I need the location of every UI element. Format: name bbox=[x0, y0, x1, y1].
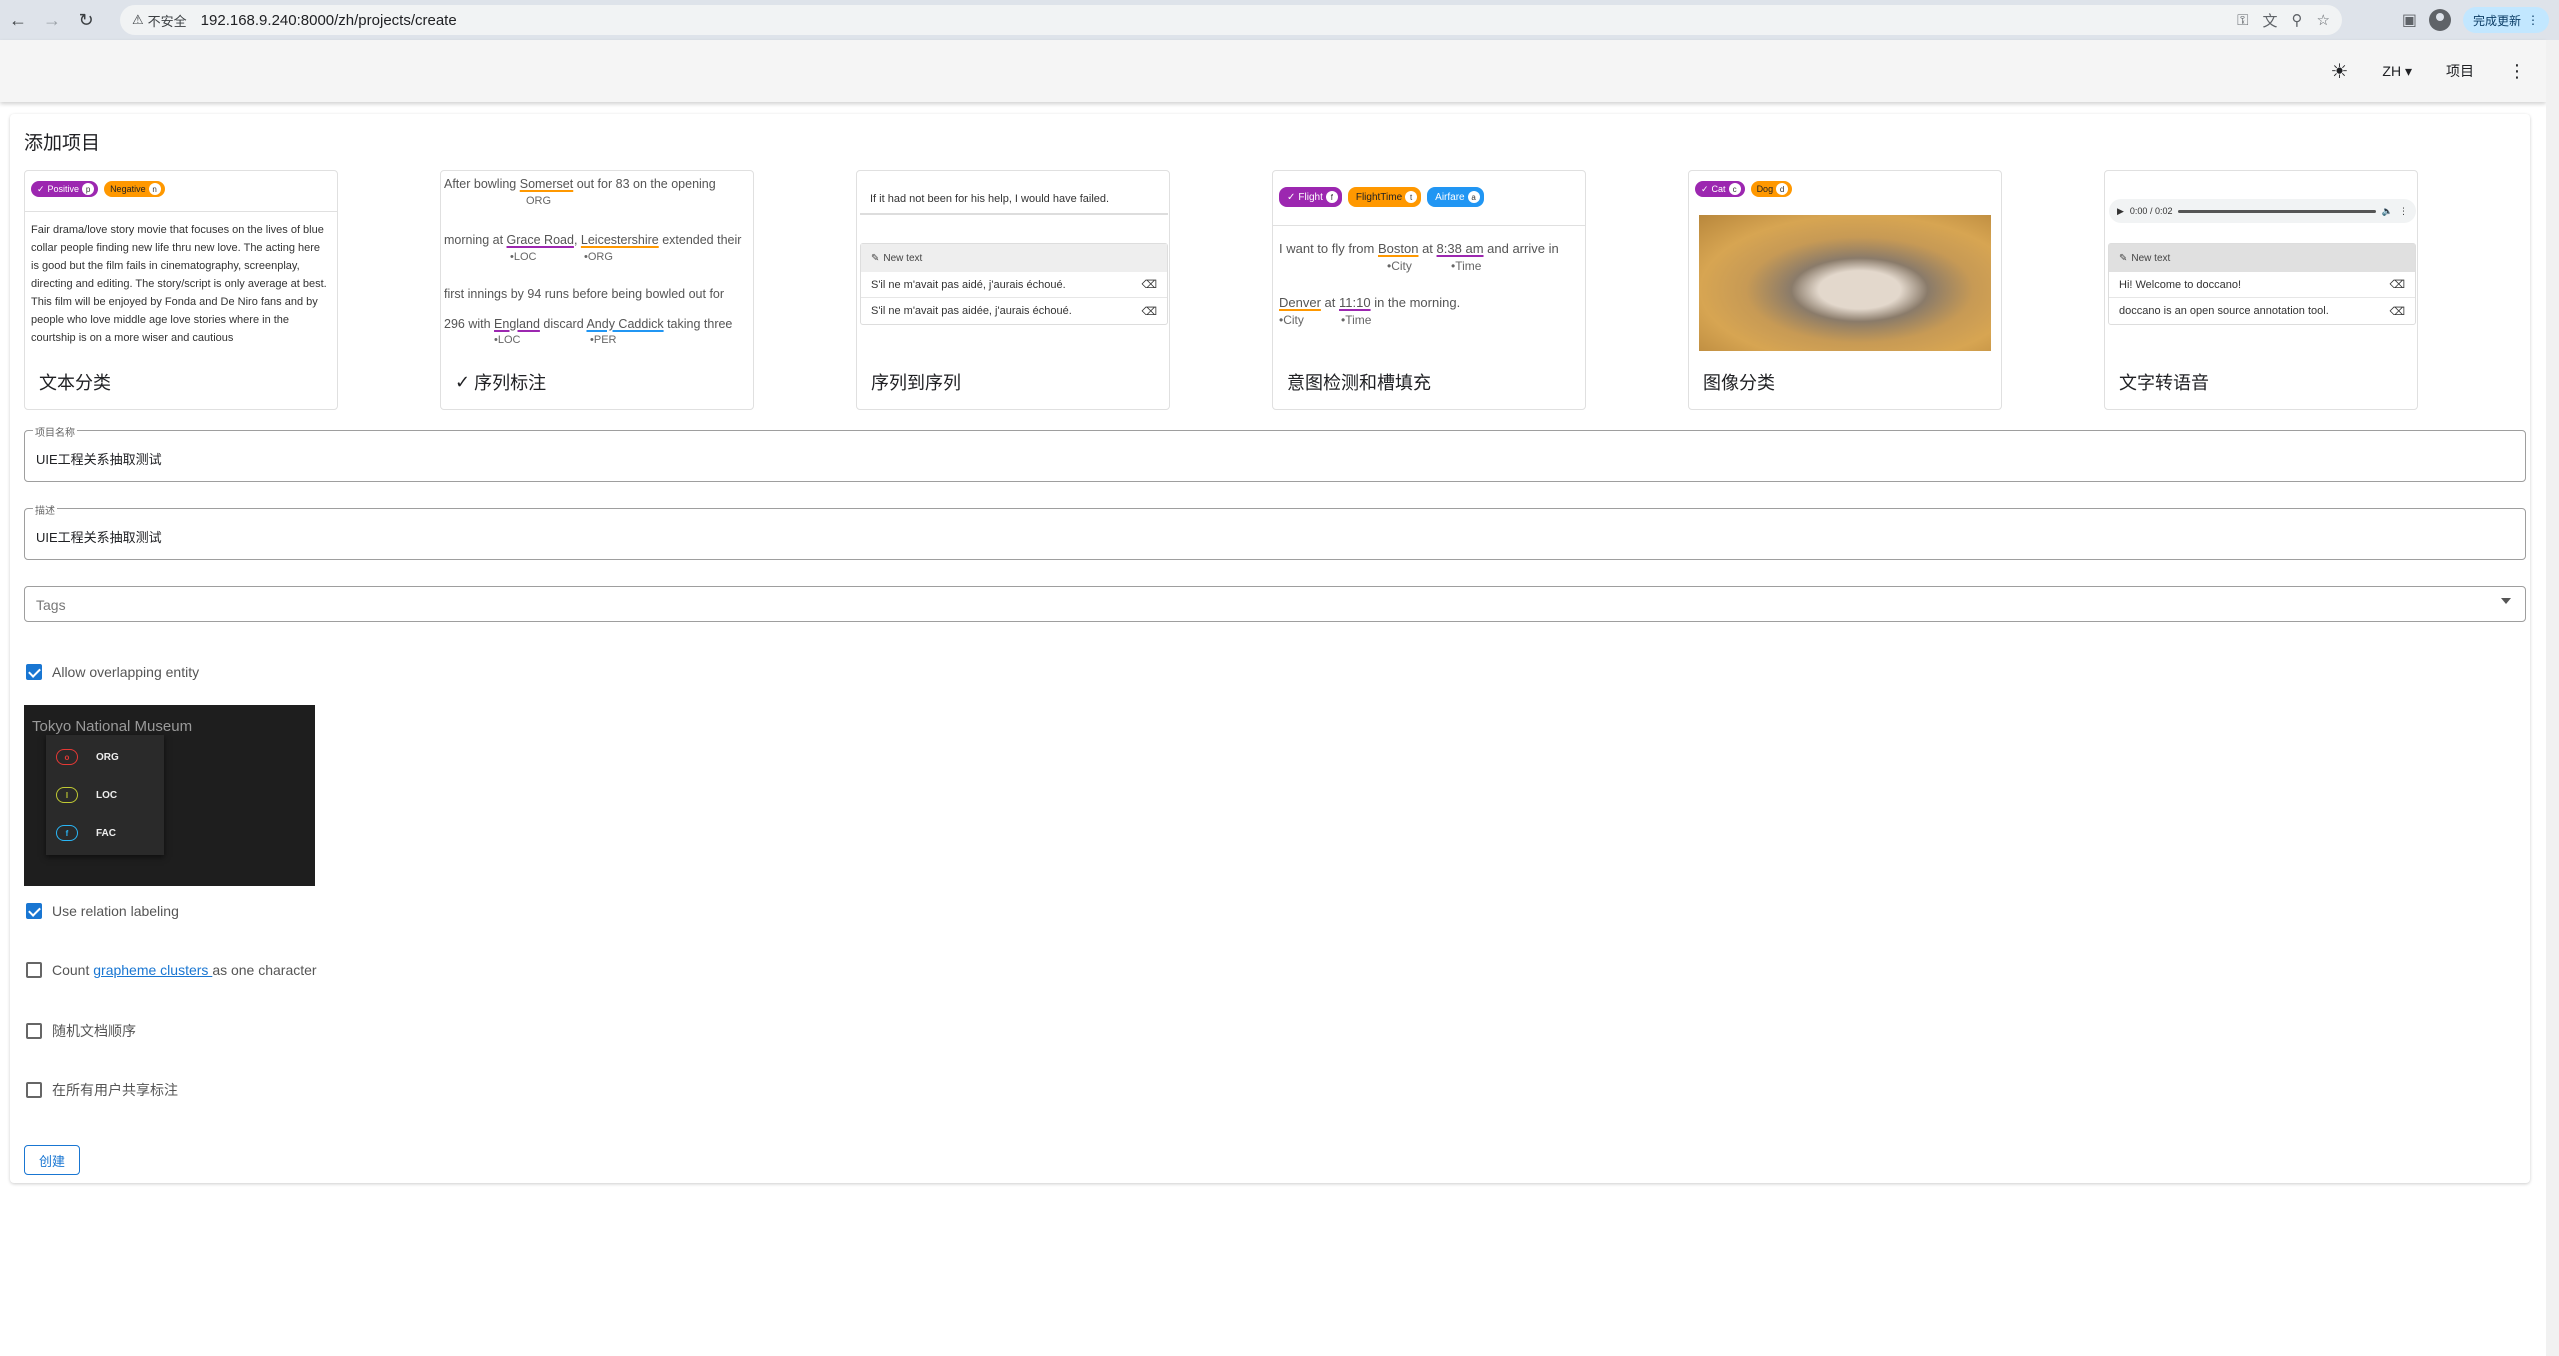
tile-label: 文字转语音 bbox=[2119, 373, 2209, 393]
delete-icon: ⌫ bbox=[1141, 279, 1157, 291]
app-bar: ☀ ZH ▾ 项目 ⋮ bbox=[0, 40, 2546, 102]
chip-flighttime: FlightTime t bbox=[1347, 187, 1422, 207]
sample-ner-text: After bowling Somerset out for 83 on the… bbox=[444, 177, 742, 346]
tile-label: 图像分类 bbox=[1703, 373, 1775, 393]
allow-overlap-checkbox[interactable] bbox=[26, 664, 42, 680]
description-field[interactable]: 描述 UIE工程关系抽取测试 bbox=[24, 502, 2526, 560]
project-type-selector: ✓ Positive p Negative n Fair drama/love st… bbox=[24, 170, 2424, 410]
browser-toolbar: ← → ↻ ⚠ 不安全 192.168.9.240:8000/zh/projec… bbox=[0, 0, 2559, 40]
tile-speech[interactable]: ▶ 0:00 / 0:02 🔈 ⋮ ✎ New text Hi! Welcome … bbox=[2104, 170, 2418, 410]
project-name-value[interactable]: UIE工程关系抽取测试 bbox=[36, 449, 162, 468]
random-order-row[interactable]: 随机文档顺序 bbox=[26, 1021, 136, 1041]
grapheme-clusters-link[interactable]: grapheme clusters bbox=[93, 962, 212, 978]
tile-intent-detection[interactable]: ✓ Flight f FlightTime t Airfare a I want to… bbox=[1272, 170, 1586, 410]
use-relation-row[interactable]: Use relation labeling bbox=[26, 903, 179, 919]
tile-label: 文本分类 bbox=[39, 373, 111, 393]
star-icon[interactable]: ☆ bbox=[2317, 11, 2330, 29]
grapheme-checkbox[interactable] bbox=[26, 962, 42, 978]
dropdown-arrow-icon[interactable] bbox=[2501, 598, 2511, 604]
sample-review-text: Fair drama/love story movie that focuses… bbox=[31, 224, 327, 344]
forward-icon[interactable]: → bbox=[36, 4, 68, 36]
create-project-card: 添加项目 ✓ Positive p Negative n Fair drama/lo… bbox=[10, 114, 2530, 1183]
sample-intent-text: I want to fly from Boston at 8:38 am and… bbox=[1279, 241, 1559, 327]
output-list: ✎ New text S'il ne m'avait pas aidé, j'au… bbox=[860, 243, 1168, 325]
address-bar[interactable]: ⚠ 不安全 192.168.9.240:8000/zh/projects/cre… bbox=[120, 5, 2342, 35]
zoom-icon[interactable]: ⚲ bbox=[2292, 11, 2303, 29]
allow-overlap-row[interactable]: Allow overlapping entity bbox=[26, 664, 199, 680]
page-scrollbar[interactable] bbox=[2546, 40, 2559, 1356]
language-menu[interactable]: ZH ▾ bbox=[2382, 63, 2412, 80]
reload-icon[interactable]: ↻ bbox=[70, 4, 102, 36]
use-relation-checkbox[interactable] bbox=[26, 903, 42, 919]
tile-text-classification[interactable]: ✓ Positive p Negative n Fair drama/love st… bbox=[24, 170, 338, 410]
relation-demo-image: Tokyo National Museum o ORG l LOC f FAC bbox=[24, 705, 315, 886]
audio-track bbox=[2178, 209, 2376, 213]
label-menu-preview: o ORG l LOC f FAC bbox=[46, 735, 164, 855]
more-vert-icon: ⋮ bbox=[2527, 13, 2539, 27]
insecure-badge[interactable]: ⚠ 不安全 bbox=[132, 11, 187, 30]
random-order-checkbox[interactable] bbox=[26, 1023, 42, 1039]
chip-cat: ✓ Cat c bbox=[1695, 181, 1745, 197]
pencil-icon: ✎ bbox=[871, 252, 880, 264]
delete-icon: ⌫ bbox=[2389, 279, 2405, 291]
extensions-icon[interactable]: ▣ bbox=[2402, 10, 2417, 30]
create-button[interactable]: 创建 bbox=[24, 1145, 80, 1175]
play-icon: ▶ bbox=[2117, 205, 2124, 216]
profile-avatar[interactable] bbox=[2428, 9, 2451, 31]
key-icon[interactable]: ⚿ bbox=[2237, 12, 2248, 29]
chip-flight: ✓ Flight f bbox=[1279, 187, 1342, 207]
delete-icon: ⌫ bbox=[1141, 305, 1157, 318]
chip-dog: Dog d bbox=[1750, 181, 1793, 197]
description-value[interactable]: UIE工程关系抽取测试 bbox=[36, 527, 162, 546]
app-menu-icon[interactable]: ⋮ bbox=[2508, 61, 2526, 82]
translate-icon[interactable]: 文 bbox=[2263, 10, 2278, 31]
more-vert-icon: ⋮ bbox=[2399, 205, 2408, 216]
tile-seq2seq[interactable]: If it had not been for his help, I would… bbox=[856, 170, 1170, 410]
projects-link[interactable]: 项目 bbox=[2446, 61, 2474, 81]
tags-select[interactable]: Tags bbox=[24, 586, 2526, 622]
warning-icon: ⚠ bbox=[132, 12, 144, 27]
source-text-box: If it had not been for his help, I would… bbox=[860, 181, 1168, 215]
chip-airfare: Airfare a bbox=[1427, 187, 1484, 207]
back-icon[interactable]: ← bbox=[2, 4, 34, 36]
update-button[interactable]: 完成更新 ⋮ bbox=[2462, 7, 2549, 33]
project-name-field[interactable]: 项目名称 UIE工程关系抽取测试 bbox=[24, 424, 2526, 482]
tile-label: 意图检测和槽填充 bbox=[1287, 373, 1431, 393]
pencil-icon: ✎ bbox=[2119, 252, 2128, 264]
output-list: ✎ New text Hi! Welcome to doccano! ⌫ docca… bbox=[2108, 243, 2416, 325]
tile-sequence-labeling[interactable]: After bowling Somerset out for 83 on the… bbox=[440, 170, 754, 410]
grapheme-row[interactable]: Count grapheme clusters as one character bbox=[26, 962, 317, 978]
cat-image bbox=[1699, 215, 1991, 351]
share-annotations-checkbox[interactable] bbox=[26, 1082, 42, 1098]
chip-negative: Negative n bbox=[104, 181, 165, 197]
audio-player[interactable]: ▶ 0:00 / 0:02 🔈 ⋮ bbox=[2109, 199, 2416, 223]
share-annotations-row[interactable]: 在所有用户共享标注 bbox=[26, 1080, 178, 1100]
selected-check-icon: ✓ bbox=[455, 371, 471, 392]
tile-image-classification[interactable]: ✓ Cat c Dog d 图像分类 bbox=[1688, 170, 2002, 410]
url-text[interactable]: 192.168.9.240:8000/zh/projects/create bbox=[201, 12, 457, 29]
volume-icon: 🔈 bbox=[2381, 205, 2393, 216]
page-title: 添加项目 bbox=[24, 133, 101, 154]
tile-label: 序列到序列 bbox=[871, 373, 961, 393]
tile-label: ✓ 序列标注 bbox=[455, 371, 547, 394]
chip-positive: ✓ Positive p bbox=[31, 181, 99, 197]
delete-icon: ⌫ bbox=[2389, 305, 2405, 318]
theme-toggle-icon[interactable]: ☀ bbox=[2330, 59, 2348, 84]
